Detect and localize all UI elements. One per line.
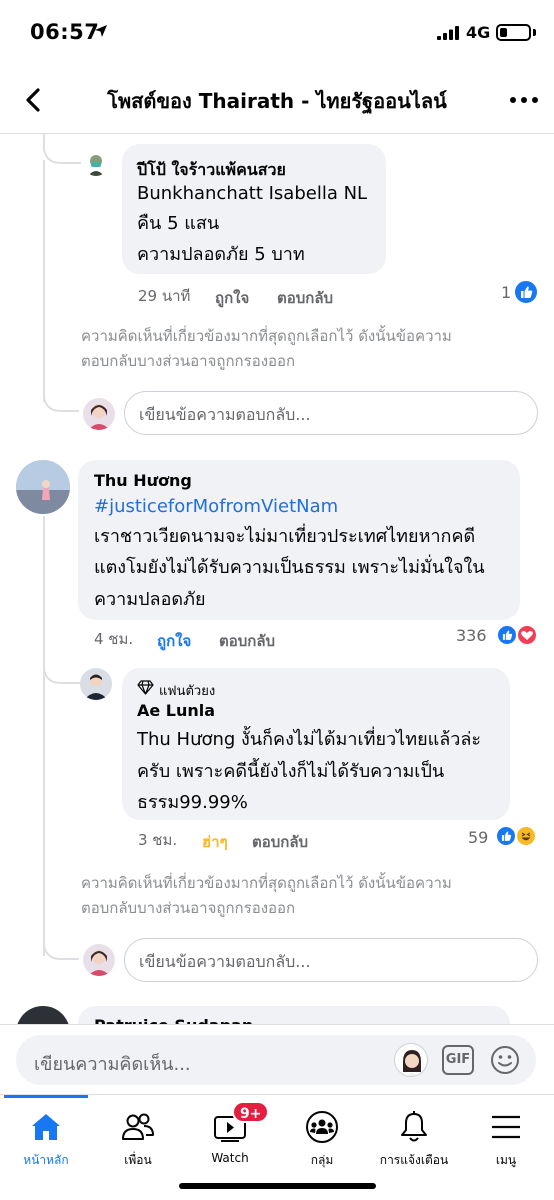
comment-text-line: ครับ เพราะคดีนี้ยังไงก็ไม่ได้รับความเป็น xyxy=(137,761,445,782)
like-reaction-icon[interactable] xyxy=(496,624,518,646)
comment-time: 29 นาที xyxy=(138,287,191,305)
avatar[interactable] xyxy=(84,152,108,176)
page-title: โพสต์ของ Thairath - ไทยรัฐออนไลน์ xyxy=(107,89,447,113)
comment-text-line: คืน 5 แสน xyxy=(137,213,220,234)
my-avatar xyxy=(83,398,115,430)
friends-icon xyxy=(122,1113,154,1140)
avatar-sticker-button[interactable] xyxy=(394,1043,428,1077)
signal-icon xyxy=(437,26,459,40)
comment-text-line: ธรรม99.99% xyxy=(137,792,248,813)
back-button[interactable] xyxy=(18,84,48,116)
battery-icon xyxy=(496,24,531,41)
avatar[interactable] xyxy=(80,668,112,700)
haha-reaction-icon[interactable] xyxy=(515,825,537,847)
like-reaction-icon[interactable] xyxy=(495,825,517,847)
thread-connector xyxy=(43,134,81,164)
tab-groups[interactable]: กลุ่ม xyxy=(276,1095,368,1181)
status-bar: 06:57 4G xyxy=(0,0,554,66)
menu-icon xyxy=(492,1115,520,1139)
comment-author[interactable]: Ae Lunla xyxy=(137,701,215,720)
chevron-left-icon xyxy=(26,88,40,112)
comment-text-line: ความปลอดภัย 5 บาท xyxy=(137,244,305,265)
reply-input[interactable]: เขียนข้อความตอบกลับ... xyxy=(124,938,538,982)
reaction-count: 1 xyxy=(501,283,512,302)
reply-button[interactable]: ตอบกลับ xyxy=(252,830,308,854)
my-avatar xyxy=(83,944,115,976)
avatar[interactable] xyxy=(16,460,70,514)
thread-connector xyxy=(43,656,80,684)
top-fan-badge: แฟนตัวยง xyxy=(159,684,216,699)
like-button[interactable]: ถูกใจ xyxy=(215,286,249,310)
reaction-count: 336 xyxy=(456,626,487,645)
gif-button[interactable]: GIF xyxy=(442,1045,474,1075)
comment-input[interactable]: เขียนความคิดเห็น... GIF xyxy=(16,1035,536,1085)
more-dots-icon xyxy=(510,97,538,103)
location-arrow-icon xyxy=(95,25,107,37)
comment-text-line: Thu Hương งั้นก็คงไม่ได้มาเที่ยวไทยแล้วล… xyxy=(137,729,482,750)
emoji-icon[interactable] xyxy=(490,1045,520,1075)
tab-notifications[interactable]: การแจ้งเตือน xyxy=(368,1095,460,1181)
tab-menu[interactable]: เมนู xyxy=(460,1095,552,1181)
comment-time: 3 ชม. xyxy=(138,831,178,849)
more-options-button[interactable] xyxy=(504,86,544,114)
haha-button[interactable]: ฮ่าๆ xyxy=(202,830,228,854)
thread-connector xyxy=(43,380,79,412)
watch-notification-badge: 9+ xyxy=(232,1101,270,1123)
status-time: 06:57 xyxy=(30,20,100,44)
home-indicator xyxy=(179,1183,376,1189)
love-reaction-icon[interactable] xyxy=(516,624,538,646)
filter-note: ความคิดเห็นที่เกี่ยวข้องมากที่สุดถูกเลือ… xyxy=(81,874,452,917)
active-tab-indicator xyxy=(4,1095,88,1098)
reply-button[interactable]: ตอบกลับ xyxy=(219,629,275,653)
hashtag-link[interactable]: #justiceforMofromVietNam xyxy=(94,491,338,523)
tab-friends[interactable]: เพื่อน xyxy=(92,1095,184,1181)
like-reaction-icon[interactable] xyxy=(513,279,539,305)
comment-text-line: แตงโมยังไม่ได้รับความเป็นธรรม เพราะไม่มั… xyxy=(94,557,485,578)
like-button[interactable]: ถูกใจ xyxy=(157,629,191,653)
top-fan-diamond-icon xyxy=(137,680,154,695)
thread-connector xyxy=(43,928,79,960)
bell-icon xyxy=(401,1111,427,1142)
comment-text-line: Bunkhanchatt Isabella NL xyxy=(137,183,368,204)
comment-composer: เขียนความคิดเห็น... GIF xyxy=(0,1024,554,1094)
header: โพสต์ของ Thairath - ไทยรัฐออนไลน์ xyxy=(0,66,554,134)
groups-icon xyxy=(306,1111,338,1143)
battery-cap xyxy=(533,29,536,36)
tab-home[interactable]: หน้าหลัก xyxy=(0,1095,92,1181)
reply-input[interactable]: เขียนข้อความตอบกลับ... xyxy=(124,391,538,435)
thread-line xyxy=(43,160,45,402)
home-icon xyxy=(32,1114,60,1140)
filter-note: ความคิดเห็นที่เกี่ยวข้องมากที่สุดถูกเลือ… xyxy=(81,327,452,370)
comment-author[interactable]: Thu Hương xyxy=(94,471,192,490)
comment-time: 4 ชม. xyxy=(94,630,134,648)
reply-button[interactable]: ตอบกลับ xyxy=(277,286,333,310)
comment-text-line: เราชาวเวียดนามจะไม่มาเที่ยวประเทศไทยหากค… xyxy=(94,526,476,547)
network-type: 4G xyxy=(466,23,491,42)
thread-line xyxy=(43,516,45,956)
comment-text-line: ความปลอดภัย xyxy=(94,589,206,610)
reaction-count: 59 xyxy=(468,828,489,847)
